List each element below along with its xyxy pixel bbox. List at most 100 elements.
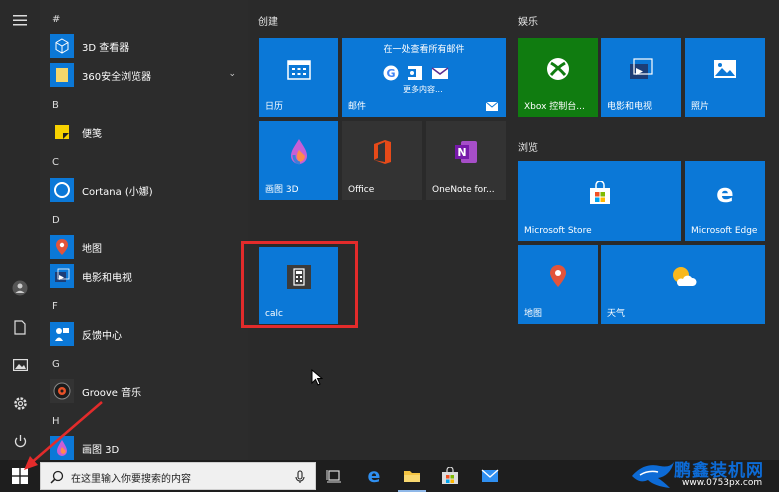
tile-paint-3d[interactable]: 画图 3D: [259, 121, 338, 200]
tile-label: Office: [348, 185, 374, 195]
edge-icon: e: [713, 181, 737, 209]
envelope-icon: [431, 65, 449, 81]
chevron-down-icon[interactable]: ⌄: [228, 69, 236, 79]
tile-label: Microsoft Edge: [691, 226, 757, 236]
calc-highlight-box: [241, 241, 358, 328]
mail-tile-header: 在一处查看所有邮件: [342, 42, 506, 55]
tile-microsoft-edge[interactable]: e Microsoft Edge: [685, 161, 765, 241]
tile-onenote[interactable]: N OneNote for...: [426, 121, 506, 200]
folder-icon: [50, 63, 74, 87]
sticky-note-icon: [50, 120, 74, 144]
user-account-icon[interactable]: [11, 279, 29, 297]
tile-label: 日历: [265, 99, 283, 112]
calendar-icon: [287, 58, 311, 84]
paint3d-icon: [288, 138, 310, 170]
app-maps[interactable]: 地图: [50, 233, 240, 261]
svg-text:e: e: [368, 467, 381, 485]
taskbar-search-box[interactable]: 在这里输入你要搜索的内容: [40, 462, 316, 490]
site-watermark: 鹏鑫装机网 www.0753px.com: [630, 456, 775, 492]
office-icon: [371, 139, 393, 169]
xbox-icon: [546, 57, 570, 85]
section-letter-f[interactable]: F: [52, 301, 58, 312]
app-label: Groove 音乐: [82, 384, 141, 399]
app-label: 地图: [82, 240, 102, 255]
photos-icon: [713, 59, 737, 83]
app-cortana[interactable]: Cortana (小娜): [50, 176, 240, 204]
mail-badge-icon: [486, 102, 498, 111]
section-letter-g[interactable]: G: [52, 359, 60, 370]
app-label: 3D 查看器: [82, 39, 129, 54]
feedback-icon: [50, 322, 74, 346]
start-left-rail: [0, 0, 40, 460]
tile-label: 天气: [607, 306, 625, 319]
task-view-icon: [326, 469, 342, 483]
envelope-icon: [481, 469, 499, 483]
app-label: 反馈中心: [82, 327, 122, 342]
microphone-icon[interactable]: [295, 470, 305, 484]
tile-xbox[interactable]: Xbox 控制台...: [518, 38, 598, 117]
taskbar-store[interactable]: [432, 460, 468, 492]
search-placeholder: 在这里输入你要搜索的内容: [71, 470, 191, 485]
app-360-browser[interactable]: 360安全浏览器 ⌄: [50, 61, 240, 89]
tile-label: 照片: [691, 99, 709, 112]
film-icon: [50, 264, 74, 288]
tile-label: OneNote for...: [432, 185, 495, 195]
app-movies-tv[interactable]: 电影和电视: [50, 262, 240, 290]
app-label: Cortana (小娜): [82, 183, 153, 198]
tile-weather[interactable]: 天气: [601, 245, 765, 324]
pictures-icon[interactable]: [11, 356, 29, 374]
taskbar-file-explorer[interactable]: [394, 460, 430, 492]
group-title-browse[interactable]: 浏览: [518, 139, 538, 154]
tile-label: 地图: [524, 306, 542, 319]
hamburger-menu-icon[interactable]: [11, 11, 29, 29]
tile-photos[interactable]: 照片: [685, 38, 765, 117]
search-icon: [50, 470, 64, 484]
folder-icon: [403, 469, 421, 483]
outlook-icon: [407, 65, 423, 81]
tile-label: 画图 3D: [265, 182, 299, 195]
taskbar-mail[interactable]: [472, 460, 508, 492]
svg-text:e: e: [716, 181, 734, 205]
tile-calendar[interactable]: 日历: [259, 38, 338, 117]
tile-maps[interactable]: 地图: [518, 245, 598, 324]
edge-icon: e: [365, 467, 383, 485]
onenote-icon: N: [453, 139, 479, 169]
tile-label: 邮件: [348, 99, 366, 112]
app-feedback-hub[interactable]: 反馈中心: [50, 320, 240, 348]
store-bag-icon: [588, 181, 612, 209]
app-sticky-notes[interactable]: 便笺: [50, 118, 240, 146]
section-letter-d[interactable]: D: [52, 215, 60, 226]
film-icon: [628, 57, 654, 85]
group-title-entertainment[interactable]: 娱乐: [518, 13, 538, 28]
tile-label: Xbox 控制台...: [524, 99, 585, 112]
cortana-ring-icon: [50, 178, 74, 202]
svg-text:G: G: [386, 67, 395, 80]
section-letter-b[interactable]: B: [52, 100, 59, 111]
map-pin-icon: [549, 264, 567, 292]
tile-mail[interactable]: 在一处查看所有邮件 G 更多内容... 邮件: [342, 38, 506, 117]
documents-icon[interactable]: [11, 318, 29, 336]
tile-movies-tv[interactable]: 电影和电视: [601, 38, 681, 117]
app-label: 便笺: [82, 125, 102, 140]
app-label: 电影和电视: [82, 269, 132, 284]
tile-office[interactable]: Office: [342, 121, 422, 200]
svg-text:N: N: [457, 146, 466, 159]
tile-microsoft-store[interactable]: Microsoft Store: [518, 161, 681, 241]
app-label: 360安全浏览器: [82, 68, 151, 83]
google-icon: G: [383, 65, 399, 81]
store-bag-icon: [441, 467, 459, 485]
map-pin-icon: [50, 235, 74, 259]
section-letter-c[interactable]: C: [52, 157, 59, 168]
mail-more-label: 更多内容...: [403, 84, 443, 95]
taskbar-edge[interactable]: e: [356, 460, 392, 492]
section-letter-hash[interactable]: #: [52, 14, 60, 25]
task-view-button[interactable]: [316, 460, 352, 492]
app-3d-viewer[interactable]: 3D 查看器: [50, 32, 240, 60]
app-list: # 3D 查看器 360安全浏览器 ⌄ B 便笺 C Cortana (小娜) …: [40, 0, 248, 460]
eagle-logo-icon: [630, 458, 676, 490]
tile-label: Microsoft Store: [524, 226, 592, 236]
mouse-cursor-icon: [311, 369, 323, 386]
tile-label: 电影和电视: [607, 99, 652, 112]
watermark-url: www.0753px.com: [682, 478, 762, 488]
group-title-create[interactable]: 创建: [258, 13, 278, 28]
